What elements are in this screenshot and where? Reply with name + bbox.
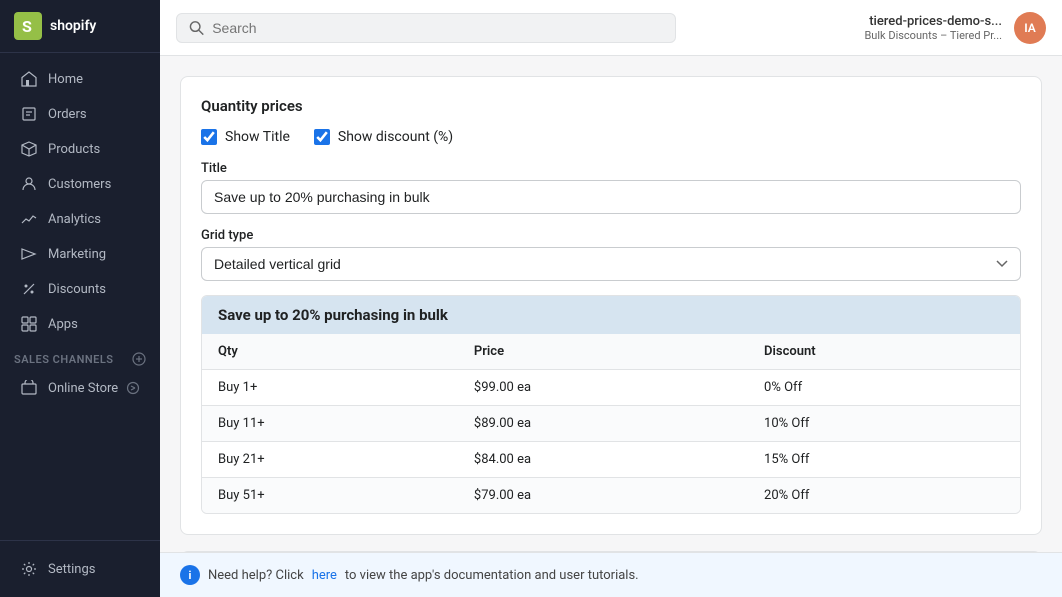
grid-type-label: Grid type [201, 228, 1021, 243]
sidebar-item-customers-label: Customers [48, 177, 111, 192]
sidebar-nav: Home Orders Products Customers Analytics [0, 53, 160, 540]
sidebar-item-online-store[interactable]: Online Store [6, 371, 154, 405]
table-row: Buy 11+$89.00 ea10% Off [202, 406, 1020, 442]
store-name: tiered-prices-demo-s... [864, 14, 1002, 29]
search-input[interactable] [212, 20, 663, 36]
grid-type-form-group: Grid type Detailed vertical grid Simple … [201, 228, 1021, 281]
online-store-label: Online Store [48, 381, 118, 396]
online-store-icon [20, 379, 38, 397]
show-title-checkbox[interactable] [201, 129, 217, 145]
title-input[interactable] [201, 180, 1021, 214]
sidebar-item-discounts-label: Discounts [48, 282, 106, 297]
sidebar-item-settings[interactable]: Settings [6, 552, 154, 586]
table-cell-price: $89.00 ea [458, 406, 748, 442]
settings-icon [20, 560, 38, 578]
col-qty: Qty [202, 334, 458, 370]
sidebar: S shopify Home Orders Products Cus [0, 0, 160, 597]
table-cell-discount: 0% Off [748, 370, 1020, 406]
discounts-icon [20, 280, 38, 298]
main-area: tiered-prices-demo-s... Bulk Discounts –… [160, 0, 1062, 597]
table-row: Buy 51+$79.00 ea20% Off [202, 478, 1020, 514]
info-icon: i [180, 565, 200, 585]
marketing-icon [20, 245, 38, 263]
table-cell-qty: Buy 21+ [202, 442, 458, 478]
show-discount-checkbox-label[interactable]: Show discount (%) [314, 129, 453, 145]
sidebar-item-marketing-label: Marketing [48, 247, 106, 262]
help-link[interactable]: here [312, 568, 337, 583]
sidebar-item-apps-label: Apps [48, 317, 78, 332]
sidebar-bottom: Settings [0, 540, 160, 597]
title-form-group: Title [201, 161, 1021, 214]
sidebar-item-settings-label: Settings [48, 562, 95, 577]
sidebar-item-discounts[interactable]: Discounts [6, 272, 154, 306]
table-cell-qty: Buy 1+ [202, 370, 458, 406]
search-icon [189, 20, 204, 36]
help-notice: i Need help? Click here to view the app'… [160, 552, 1062, 597]
sidebar-item-customers[interactable]: Customers [6, 167, 154, 201]
online-store-left: Online Store [20, 379, 118, 397]
table-row: Buy 1+$99.00 ea0% Off [202, 370, 1020, 406]
sidebar-item-apps[interactable]: Apps [6, 307, 154, 341]
sales-channels-label: SALES CHANNELS [0, 342, 160, 370]
sidebar-item-products[interactable]: Products [6, 132, 154, 166]
shopify-label: shopify [50, 18, 96, 34]
content-area: Quantity prices Show Title Show discount… [160, 56, 1062, 552]
show-discount-checkbox[interactable] [314, 129, 330, 145]
shopify-logo-icon: S [14, 12, 42, 40]
grid-type-select[interactable]: Detailed vertical grid Simple grid Horiz… [201, 247, 1021, 281]
products-icon [20, 140, 38, 158]
apps-icon [20, 315, 38, 333]
store-info: tiered-prices-demo-s... Bulk Discounts –… [864, 14, 1002, 42]
sales-channels-section: SALES CHANNELS Online Store [0, 342, 160, 406]
price-table-body: Buy 1+$99.00 ea0% OffBuy 11+$89.00 ea10%… [202, 370, 1020, 514]
table-cell-price: $84.00 ea [458, 442, 748, 478]
col-discount: Discount [748, 334, 1020, 370]
price-table: Qty Price Discount Buy 1+$99.00 ea0% Off… [202, 334, 1020, 513]
topbar: tiered-prices-demo-s... Bulk Discounts –… [160, 0, 1062, 56]
sidebar-header: S shopify [0, 0, 160, 53]
table-header-row: Qty Price Discount [202, 334, 1020, 370]
table-cell-qty: Buy 11+ [202, 406, 458, 442]
table-cell-discount: 10% Off [748, 406, 1020, 442]
sidebar-item-marketing[interactable]: Marketing [6, 237, 154, 271]
show-title-label: Show Title [225, 129, 290, 145]
preview-table: Save up to 20% purchasing in bulk Qty Pr… [201, 295, 1021, 514]
search-container[interactable] [176, 13, 676, 43]
col-price: Price [458, 334, 748, 370]
show-title-checkbox-label[interactable]: Show Title [201, 129, 290, 145]
checkbox-row: Show Title Show discount (%) [201, 129, 1021, 145]
table-cell-price: $99.00 ea [458, 370, 748, 406]
preview-header: Save up to 20% purchasing in bulk [202, 296, 1020, 334]
table-cell-price: $79.00 ea [458, 478, 748, 514]
orders-icon [20, 105, 38, 123]
customers-icon [20, 175, 38, 193]
quantity-prices-card: Quantity prices Show Title Show discount… [180, 76, 1042, 535]
sidebar-item-analytics-label: Analytics [48, 212, 101, 227]
sidebar-item-products-label: Products [48, 142, 100, 157]
quantity-prices-title: Quantity prices [201, 97, 1021, 115]
online-store-toggle-icon [126, 381, 140, 395]
sidebar-item-orders-label: Orders [48, 107, 87, 122]
table-cell-qty: Buy 51+ [202, 478, 458, 514]
home-icon [20, 70, 38, 88]
topbar-right: tiered-prices-demo-s... Bulk Discounts –… [864, 12, 1046, 44]
store-sub: Bulk Discounts – Tiered Pr... [864, 29, 1002, 42]
show-discount-label: Show discount (%) [338, 129, 453, 145]
svg-text:S: S [22, 17, 32, 36]
help-text-before: Need help? Click [208, 568, 304, 583]
sidebar-item-home[interactable]: Home [6, 62, 154, 96]
table-cell-discount: 20% Off [748, 478, 1020, 514]
sidebar-item-analytics[interactable]: Analytics [6, 202, 154, 236]
title-label: Title [201, 161, 1021, 176]
help-text-after: to view the app's documentation and user… [345, 568, 639, 583]
sidebar-item-orders[interactable]: Orders [6, 97, 154, 131]
user-avatar[interactable]: IA [1014, 12, 1046, 44]
sidebar-item-home-label: Home [48, 72, 83, 87]
table-row: Buy 21+$84.00 ea15% Off [202, 442, 1020, 478]
table-cell-discount: 15% Off [748, 442, 1020, 478]
analytics-icon [20, 210, 38, 228]
